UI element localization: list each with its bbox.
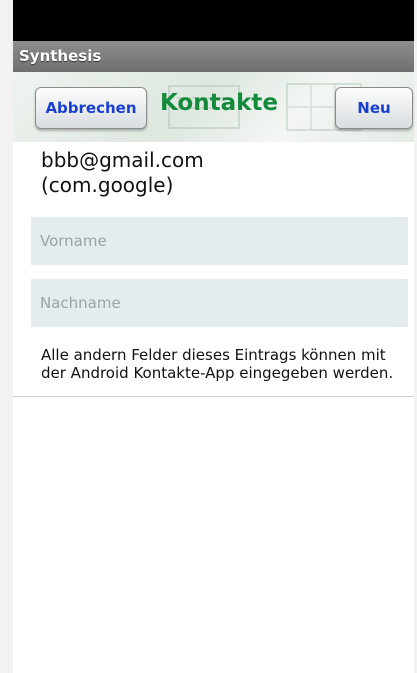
account-info: bbb@gmail.com (com.google) <box>41 148 204 198</box>
new-button[interactable]: Neu <box>335 87 413 129</box>
app-title-bar: Synthesis <box>13 41 414 73</box>
divider <box>13 396 414 397</box>
cancel-button[interactable]: Abbrechen <box>35 87 147 129</box>
screen-title: Kontakte <box>160 90 278 116</box>
left-frame <box>0 0 13 673</box>
status-bar <box>13 0 414 41</box>
first-name-field[interactable]: Vorname <box>31 217 408 265</box>
account-email: bbb@gmail.com <box>41 148 204 172</box>
account-type: (com.google) <box>41 173 174 197</box>
app-screen: Synthesis Abbrechen Kontakte Neu bbb@gma… <box>13 0 414 673</box>
last-name-field[interactable]: Nachname <box>31 279 408 327</box>
info-note: Alle andern Felder dieses Eintrags könne… <box>41 346 394 382</box>
app-title: Synthesis <box>19 47 102 65</box>
toolbar: Abbrechen Kontakte Neu <box>13 72 414 142</box>
